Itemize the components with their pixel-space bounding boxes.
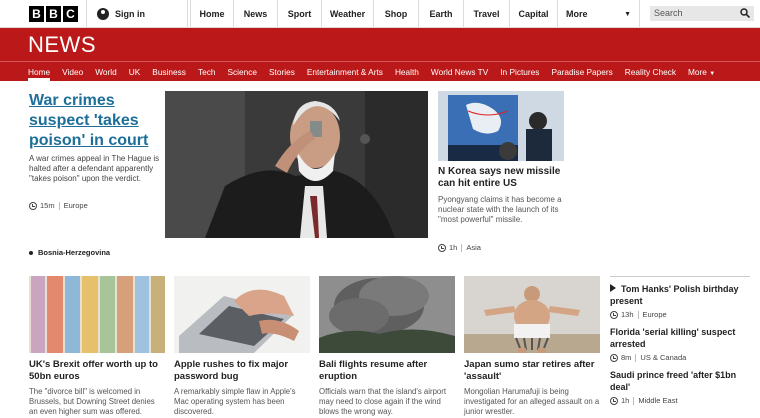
bbc-top-bar: B B C Sign in Home News Sport Weather Sh…: [0, 0, 760, 28]
meta-divider: [461, 243, 463, 252]
story-card-summary: The "divorce bill" is welcomed in Brusse…: [29, 387, 155, 416]
right-story-time: 13h: [621, 310, 634, 319]
story-card[interactable]: Apple rushes to fix major password bug A…: [174, 276, 310, 417]
news-nav-entertainment[interactable]: Entertainment & Arts: [301, 62, 389, 81]
news-nav-in-pictures[interactable]: In Pictures: [494, 62, 545, 81]
news-nav-tech[interactable]: Tech: [192, 62, 222, 81]
meta-divider: [635, 353, 637, 362]
news-nav-more-label: More: [687, 67, 707, 77]
right-story-region[interactable]: Middle East: [638, 396, 677, 405]
search-placeholder: Search: [654, 8, 683, 18]
top-nav-capital[interactable]: Capital: [510, 0, 558, 28]
right-story-meta: 1h Middle East: [610, 396, 750, 405]
right-story-headline[interactable]: Florida 'serial killing' suspect arreste…: [610, 326, 750, 350]
top-nav-more-label: More: [566, 9, 588, 19]
news-nav-uk[interactable]: UK: [123, 62, 147, 81]
right-story-time: 1h: [621, 396, 630, 405]
story-card-headline[interactable]: Japan sumo star retires after 'assault': [464, 359, 600, 383]
nk-story-meta: 1h Asia: [438, 243, 481, 252]
right-story-headline[interactable]: Tom Hanks' Polish birthday present: [610, 283, 750, 307]
story-card[interactable]: UK's Brexit offer worth up to 50bn euros…: [29, 276, 165, 417]
search-icon[interactable]: [740, 8, 750, 18]
story-card-headline[interactable]: UK's Brexit offer worth up to 50bn euros: [29, 359, 165, 383]
logo-letter: B: [46, 6, 61, 22]
news-nav-paradise-papers[interactable]: Paradise Papers: [545, 62, 618, 81]
nk-story-summary: Pyongyang claims it has become a nuclear…: [438, 195, 562, 224]
news-title[interactable]: NEWS: [28, 32, 96, 58]
top-nav-home[interactable]: Home: [190, 0, 234, 28]
main-story-time: 15m: [40, 201, 55, 210]
top-nav-news[interactable]: News: [234, 0, 278, 28]
nk-story-image[interactable]: [438, 91, 564, 161]
story-card[interactable]: Bali flights resume after eruption Offic…: [319, 276, 455, 417]
search-input[interactable]: Search: [650, 6, 754, 21]
news-nav: Home Video World UK Business Tech Scienc…: [0, 61, 760, 81]
clock-icon: [610, 396, 618, 405]
meta-divider: [58, 201, 60, 210]
logo-letter: B: [29, 6, 44, 22]
nk-story-headline[interactable]: N Korea says new missile can hit entire …: [438, 166, 578, 190]
right-story-region[interactable]: US & Canada: [640, 353, 686, 362]
main-story-region[interactable]: Europe: [64, 201, 88, 210]
chevron-down-icon: ▼: [624, 10, 631, 18]
right-story-headline[interactable]: Saudi prince freed 'after $1bn deal': [610, 369, 750, 393]
user-icon: [97, 8, 109, 20]
top-nav-shop[interactable]: Shop: [374, 0, 419, 28]
news-nav-reality-check[interactable]: Reality Check: [619, 62, 682, 81]
sign-in-button[interactable]: Sign in: [86, 0, 188, 28]
main-story-meta: 15m Europe: [29, 201, 88, 210]
clock-icon: [29, 201, 37, 210]
main-story-summary: A war crimes appeal in The Hague is halt…: [29, 154, 160, 183]
meta-divider: [637, 310, 639, 319]
news-header: NEWS Home Video World UK Business Tech S…: [0, 28, 760, 81]
related-link-bosnia[interactable]: Bosnia-Herzegovina: [29, 248, 110, 257]
euro-notes-image[interactable]: [29, 276, 165, 353]
story-card-summary: Mongolian Harumafuji is being investigat…: [464, 387, 600, 416]
chevron-down-icon: ▼: [709, 71, 716, 77]
right-story-meta: 8m US & Canada: [610, 353, 750, 362]
news-nav-more[interactable]: More ▼: [682, 62, 721, 81]
story-card[interactable]: Japan sumo star retires after 'assault' …: [464, 276, 600, 417]
news-nav-business[interactable]: Business: [146, 62, 192, 81]
main-story-headline[interactable]: War crimes suspect 'takes poison' in cou…: [29, 91, 161, 151]
story-card-headline[interactable]: Bali flights resume after eruption: [319, 359, 455, 383]
sumo-image[interactable]: [464, 276, 600, 353]
top-nav: Home News Sport Weather Shop Earth Trave…: [190, 0, 640, 28]
right-column-stories: Tom Hanks' Polish birthday present 13h E…: [610, 276, 750, 412]
volcano-image[interactable]: [319, 276, 455, 353]
top-nav-earth[interactable]: Earth: [419, 0, 464, 28]
laptop-image[interactable]: [174, 276, 310, 353]
news-nav-science[interactable]: Science: [221, 62, 263, 81]
logo-letter: C: [63, 6, 78, 22]
story-card-summary: Officials warn that the island's airport…: [319, 387, 447, 416]
news-nav-world[interactable]: World: [89, 62, 123, 81]
story-card-summary: A remarkably simple flaw in Apple's Mac …: [174, 387, 296, 416]
main-story-image[interactable]: [165, 91, 428, 238]
sign-in-label: Sign in: [115, 9, 145, 19]
top-nav-travel[interactable]: Travel: [464, 0, 510, 28]
top-nav-more[interactable]: More ▼: [558, 0, 640, 28]
meta-divider: [633, 396, 635, 405]
news-nav-health[interactable]: Health: [389, 62, 425, 81]
clock-icon: [610, 310, 618, 319]
top-nav-weather[interactable]: Weather: [322, 0, 374, 28]
story-card-headline[interactable]: Apple rushes to fix major password bug: [174, 359, 310, 383]
right-story-headline-text: Tom Hanks' Polish birthday present: [610, 284, 739, 306]
news-nav-home[interactable]: Home: [22, 62, 56, 81]
play-icon: [610, 284, 616, 292]
right-story-region[interactable]: Europe: [643, 310, 667, 319]
top-nav-sport[interactable]: Sport: [278, 0, 322, 28]
clock-icon: [610, 353, 618, 362]
news-nav-stories[interactable]: Stories: [263, 62, 301, 81]
news-nav-world-news-tv[interactable]: World News TV: [425, 62, 494, 81]
nk-story-region[interactable]: Asia: [466, 243, 481, 252]
news-nav-video[interactable]: Video: [56, 62, 89, 81]
nk-story-time: 1h: [449, 243, 458, 252]
bbc-logo[interactable]: B B C: [29, 6, 78, 22]
clock-icon: [438, 243, 446, 252]
right-story-time: 8m: [621, 353, 632, 362]
right-story-meta: 13h Europe: [610, 310, 750, 319]
